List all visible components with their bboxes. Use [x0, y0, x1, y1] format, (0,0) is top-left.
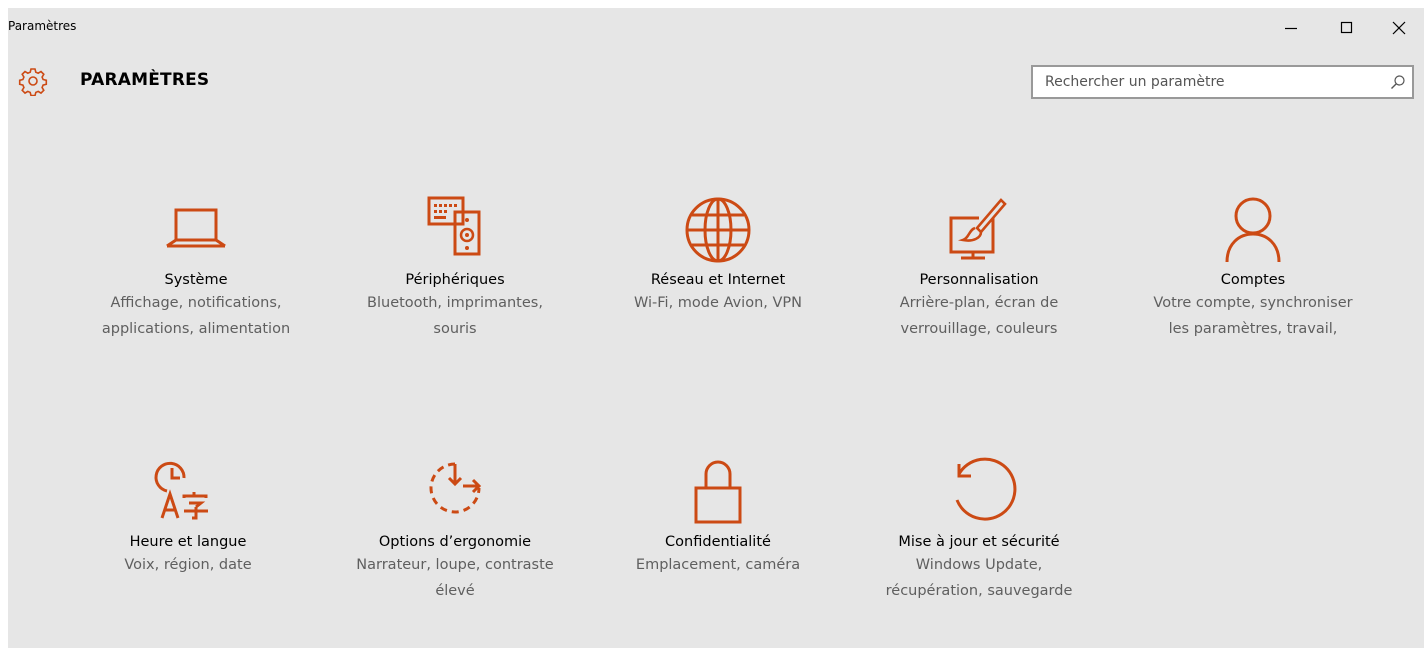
person-icon: [1225, 197, 1281, 263]
ease-of-access-icon: [429, 462, 482, 514]
category-name: Comptes: [1220, 272, 1286, 288]
close-button[interactable]: [1376, 8, 1422, 48]
category-personalization[interactable]: Personnalisation Arrière-plan, écran de …: [869, 194, 1089, 342]
category-name: Personnalisation: [919, 272, 1039, 288]
category-devices[interactable]: Périphériques Bluetooth, imprimantes, so…: [345, 194, 565, 342]
category-description: Arrière-plan, écran de verrouillage, cou…: [899, 295, 1059, 337]
category-description: Bluetooth, imprimantes, souris: [367, 295, 543, 337]
category-name: Réseau et Internet: [650, 272, 786, 288]
search-input[interactable]: [1033, 67, 1373, 97]
category-description: Windows Update, récupération, sauvegarde: [885, 557, 1073, 599]
category-name: Mise à jour et sécurité: [898, 534, 1060, 550]
paintbrush-icon: [949, 198, 1007, 260]
category-description: Votre compte, synchroniser les paramètre…: [1153, 295, 1353, 337]
page-title: PARAMÈTRES: [80, 70, 210, 90]
category-name: Heure et langue: [129, 534, 247, 550]
category-name: Périphériques: [405, 272, 505, 288]
update-icon: [955, 457, 1017, 521]
category-name: Options d’ergonomie: [378, 534, 532, 550]
title-bar[interactable]: Paramètres: [8, 8, 1424, 48]
category-description: Emplacement, caméra: [635, 557, 801, 573]
category-update-security[interactable]: Mise à jour et sécurité Windows Update, …: [869, 456, 1089, 604]
time-language-icon: [154, 461, 208, 520]
settings-window: Paramètres PARAMÈTRES Rechercher un para…: [8, 8, 1424, 648]
close-icon: [1392, 21, 1406, 35]
maximize-button[interactable]: [1324, 8, 1370, 48]
category-network[interactable]: Réseau et Internet Wi-Fi, mode Avion, VP…: [608, 194, 828, 316]
lock-icon: [694, 460, 742, 524]
minimize-icon: [1285, 27, 1297, 30]
category-description: Voix, région, date: [124, 557, 252, 573]
devices-icon: [427, 196, 481, 256]
category-name: Confidentialité: [665, 534, 771, 550]
search-box[interactable]: [1031, 65, 1414, 99]
gear-icon: [18, 68, 48, 96]
category-description: Affichage, notifications, applications, …: [101, 295, 291, 337]
category-system[interactable]: Système Affichage, notifications, applic…: [86, 194, 306, 342]
category-privacy[interactable]: Confidentialité Emplacement, caméra: [608, 456, 828, 578]
globe-icon: [685, 197, 751, 263]
laptop-icon: [166, 208, 226, 248]
category-ease-of-access[interactable]: Options d’ergonomie Narrateur, loupe, co…: [345, 456, 565, 604]
category-description: Wi-Fi, mode Avion, VPN: [633, 295, 802, 311]
search-icon[interactable]: [1390, 74, 1406, 90]
category-accounts[interactable]: Comptes Votre compte, synchroniser les p…: [1143, 194, 1363, 342]
category-name: Système: [164, 272, 228, 288]
window-title: Paramètres: [8, 19, 77, 33]
maximize-icon: [1340, 21, 1353, 34]
category-description: Narrateur, loupe, contraste élevé: [356, 557, 554, 599]
category-time-language[interactable]: Heure et langue Voix, région, date: [78, 456, 298, 578]
minimize-button[interactable]: [1268, 8, 1314, 48]
